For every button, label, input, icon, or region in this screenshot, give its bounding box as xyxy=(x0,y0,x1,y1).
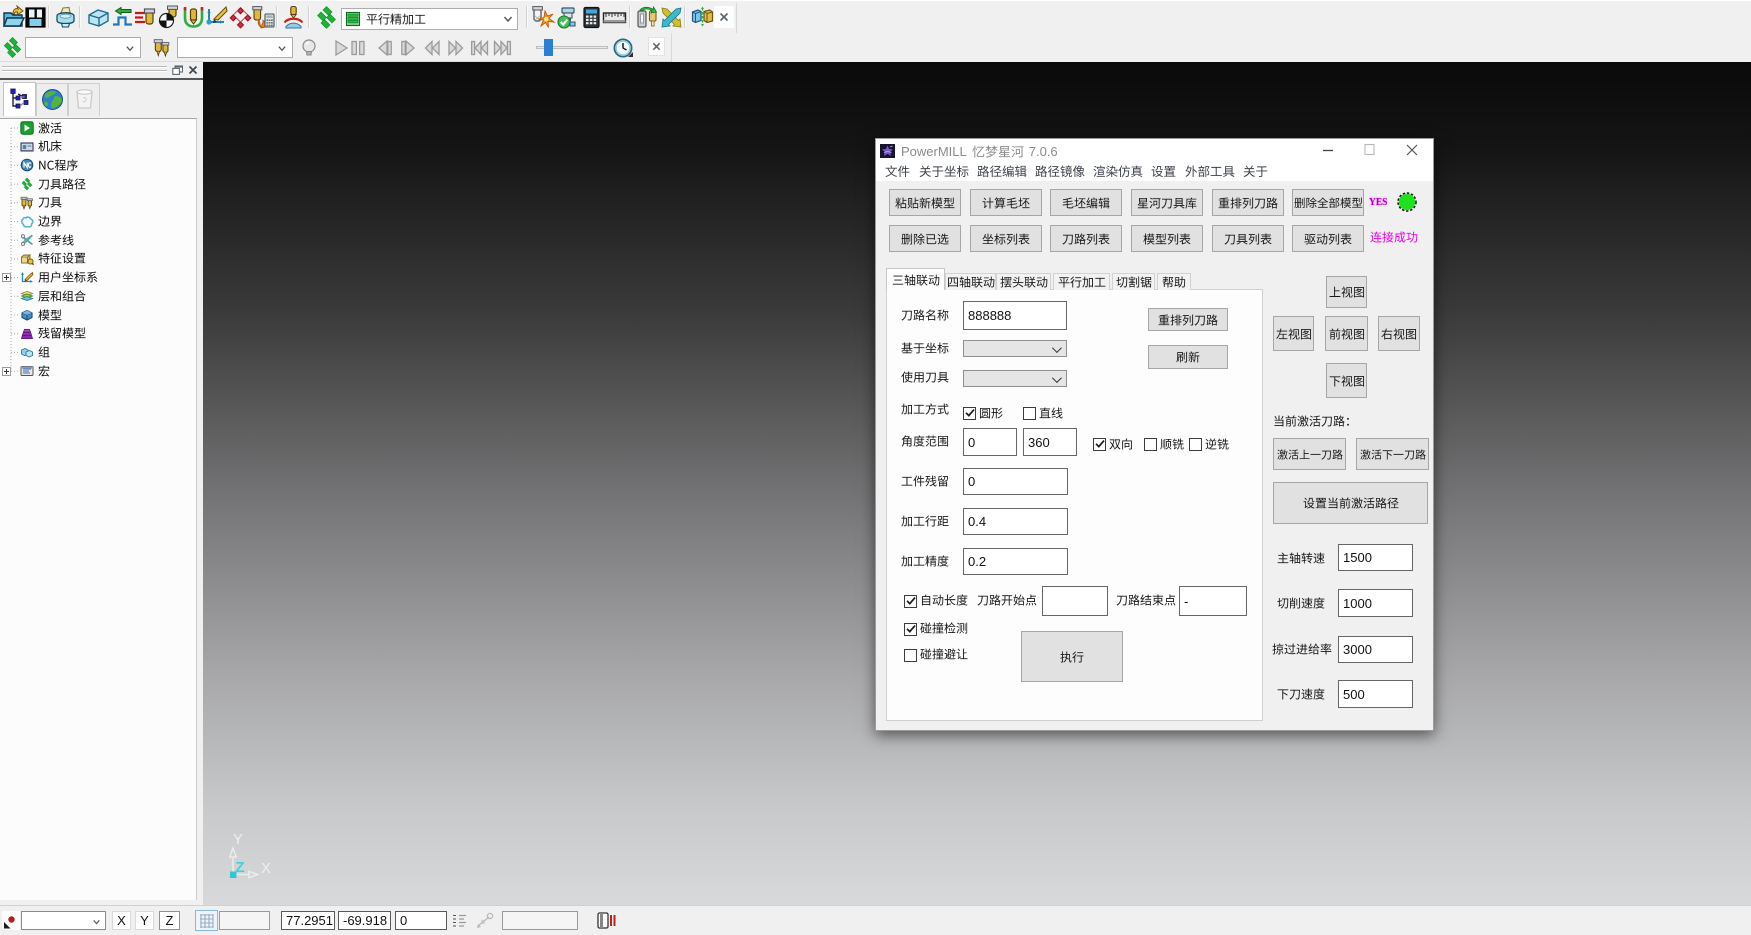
svg-text:Z: Z xyxy=(235,859,244,876)
svg-text:Y: Y xyxy=(233,832,243,848)
svg-text:X: X xyxy=(261,861,271,877)
